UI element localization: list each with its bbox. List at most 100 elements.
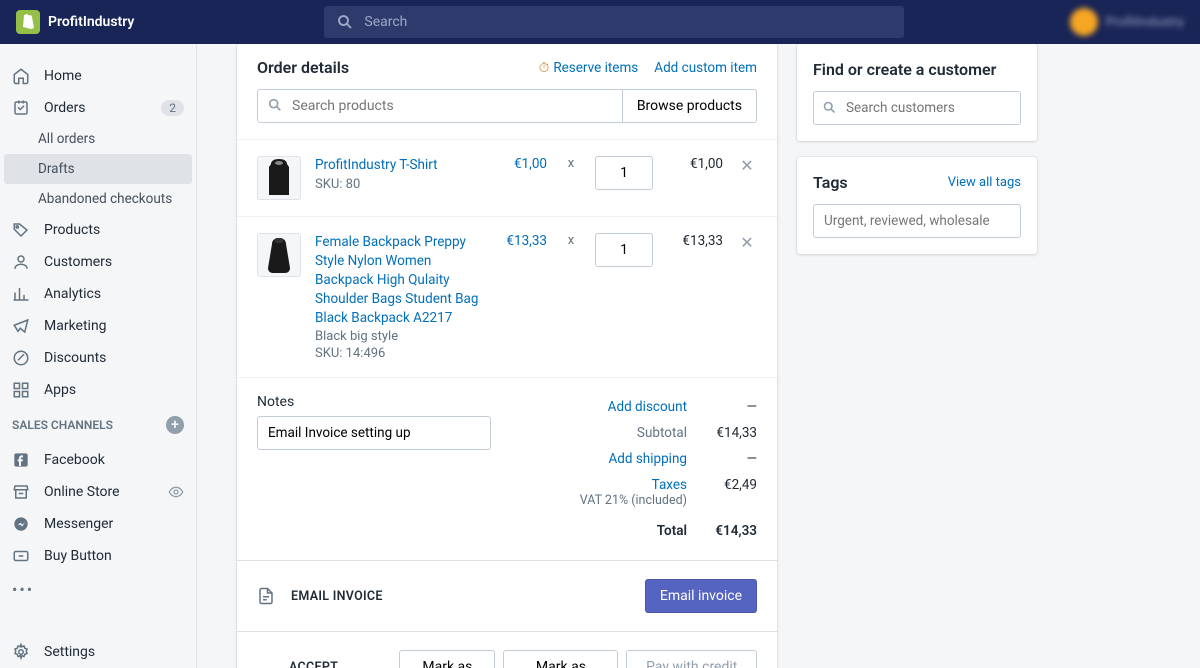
- add-shipping-link[interactable]: Add shipping: [515, 451, 687, 467]
- item-qty-input[interactable]: [595, 156, 653, 190]
- marketing-icon: [12, 317, 30, 335]
- pay-cc-button[interactable]: Pay with credit card: [626, 650, 757, 668]
- document-icon: [257, 587, 277, 605]
- add-channel-button[interactable]: +: [166, 416, 184, 434]
- channel-label: Messenger: [44, 516, 113, 532]
- eye-icon[interactable]: [168, 484, 184, 500]
- tags-card: Tags View all tags: [797, 157, 1037, 254]
- sidebar-item-apps[interactable]: Apps: [0, 374, 196, 406]
- channel-messenger[interactable]: Messenger: [0, 508, 196, 540]
- channel-online-store[interactable]: Online Store: [0, 476, 196, 508]
- add-custom-item-link[interactable]: Add custom item: [654, 60, 757, 76]
- item-qty-input[interactable]: [595, 233, 653, 267]
- global-search[interactable]: [324, 6, 904, 38]
- analytics-icon: [12, 285, 30, 303]
- sidebar-item-orders[interactable]: Orders 2: [0, 92, 196, 124]
- item-sku: SKU: 80: [315, 177, 483, 192]
- subtotal-value: €14,33: [687, 425, 757, 441]
- topbar: ProfitIndustry ProfitIndustry: [0, 0, 1200, 44]
- channel-label: Online Store: [44, 484, 120, 500]
- line-item: ProfitIndustry T-Shirt SKU: 80 €1,00 x €…: [237, 139, 777, 216]
- mark-paid-button[interactable]: Mark as paid: [399, 650, 495, 668]
- product-search-input[interactable]: [257, 89, 623, 123]
- discounts-icon: [12, 349, 30, 367]
- more-channels[interactable]: •••: [0, 572, 196, 607]
- store-icon: [12, 483, 30, 501]
- taxes-value: €2,49: [687, 477, 757, 508]
- channel-buy-button[interactable]: Buy Button: [0, 540, 196, 572]
- sidebar-item-label: All orders: [38, 131, 95, 147]
- item-title[interactable]: Female Backpack Preppy Style Nylon Women…: [315, 233, 483, 327]
- order-details-card: Order details Reserve items Add custom i…: [237, 44, 777, 668]
- item-unit-price[interactable]: €1,00: [497, 156, 547, 172]
- summary-section: Notes Add discount — Subtotal €14,33: [237, 377, 777, 560]
- taxes-link[interactable]: Taxes: [515, 477, 687, 493]
- line-item: Female Backpack Preppy Style Nylon Women…: [237, 216, 777, 377]
- channel-label: Buy Button: [44, 548, 112, 564]
- browse-products-button[interactable]: Browse products: [623, 89, 757, 123]
- sidebar-item-all-orders[interactable]: All orders: [0, 124, 196, 154]
- sidebar-item-label: Apps: [44, 382, 76, 398]
- sidebar-item-label: Marketing: [44, 318, 107, 334]
- sidebar-item-abandoned[interactable]: Abandoned checkouts: [0, 184, 196, 214]
- channel-facebook[interactable]: Facebook: [0, 444, 196, 476]
- sidebar-item-label: Settings: [44, 644, 95, 660]
- sidebar-item-discounts[interactable]: Discounts: [0, 342, 196, 374]
- home-icon: [12, 67, 30, 85]
- email-invoice-row: EMAIL INVOICE Email invoice: [237, 560, 777, 631]
- sidebar-item-settings[interactable]: Settings: [0, 636, 196, 668]
- subtotal-label: Subtotal: [515, 425, 687, 441]
- buy-button-icon: [12, 547, 30, 565]
- shopify-icon: [16, 10, 40, 34]
- notes-input[interactable]: [257, 416, 491, 450]
- total-label: Total: [515, 523, 687, 539]
- sidebar-item-label: Orders: [44, 100, 86, 116]
- brand-logo[interactable]: ProfitIndustry: [16, 10, 134, 34]
- username: ProfitIndustry: [1106, 15, 1184, 30]
- discount-value: —: [687, 399, 757, 415]
- product-thumbnail: [257, 233, 301, 277]
- reserve-items-link[interactable]: Reserve items: [539, 60, 638, 76]
- sidebar-item-label: Analytics: [44, 286, 101, 302]
- messenger-icon: [12, 515, 30, 533]
- accept-payment-row: ACCEPT PAYMENT Mark as paid Mark as pend…: [237, 631, 777, 668]
- mark-pending-button[interactable]: Mark as pending: [503, 650, 618, 668]
- sidebar-item-marketing[interactable]: Marketing: [0, 310, 196, 342]
- main-content: Order details Reserve items Add custom i…: [197, 44, 1200, 668]
- sidebar-item-analytics[interactable]: Analytics: [0, 278, 196, 310]
- customer-card-title: Find or create a customer: [813, 60, 1021, 79]
- tags-card-title: Tags: [813, 173, 848, 192]
- customer-search-input[interactable]: [813, 91, 1021, 125]
- remove-item-button[interactable]: ✕: [737, 156, 757, 175]
- global-search-input[interactable]: [324, 6, 904, 38]
- item-title[interactable]: ProfitIndustry T-Shirt: [315, 156, 483, 175]
- sales-channels-header: SALES CHANNELS +: [0, 406, 196, 444]
- item-line-total: €13,33: [667, 233, 723, 249]
- order-details-title: Order details: [257, 58, 349, 77]
- tag-icon: [12, 221, 30, 239]
- sidebar-item-label: Customers: [44, 254, 112, 270]
- orders-badge: 2: [161, 100, 184, 116]
- orders-icon: [12, 99, 30, 117]
- multiply-symbol: x: [561, 156, 581, 171]
- sidebar-item-label: Drafts: [38, 161, 75, 177]
- add-discount-link[interactable]: Add discount: [515, 399, 687, 415]
- sidebar-item-customers[interactable]: Customers: [0, 246, 196, 278]
- total-value: €14,33: [687, 523, 757, 539]
- item-unit-price[interactable]: €13,33: [497, 233, 547, 249]
- remove-item-button[interactable]: ✕: [737, 233, 757, 252]
- view-all-tags-link[interactable]: View all tags: [948, 175, 1021, 190]
- sidebar-item-products[interactable]: Products: [0, 214, 196, 246]
- sidebar-item-label: Discounts: [44, 350, 106, 366]
- sidebar: Home Orders 2 All orders Drafts Abandone…: [0, 44, 197, 668]
- email-invoice-button[interactable]: Email invoice: [645, 579, 757, 613]
- search-icon: [822, 100, 837, 115]
- taxes-detail: VAT 21% (included): [515, 493, 687, 508]
- sidebar-item-drafts[interactable]: Drafts: [4, 154, 192, 184]
- user-menu[interactable]: ProfitIndustry: [1070, 8, 1184, 36]
- tags-input[interactable]: [813, 204, 1021, 238]
- customer-card: Find or create a customer: [797, 44, 1037, 141]
- brand-name: ProfitIndustry: [48, 14, 134, 30]
- sidebar-item-home[interactable]: Home: [0, 60, 196, 92]
- multiply-symbol: x: [561, 233, 581, 248]
